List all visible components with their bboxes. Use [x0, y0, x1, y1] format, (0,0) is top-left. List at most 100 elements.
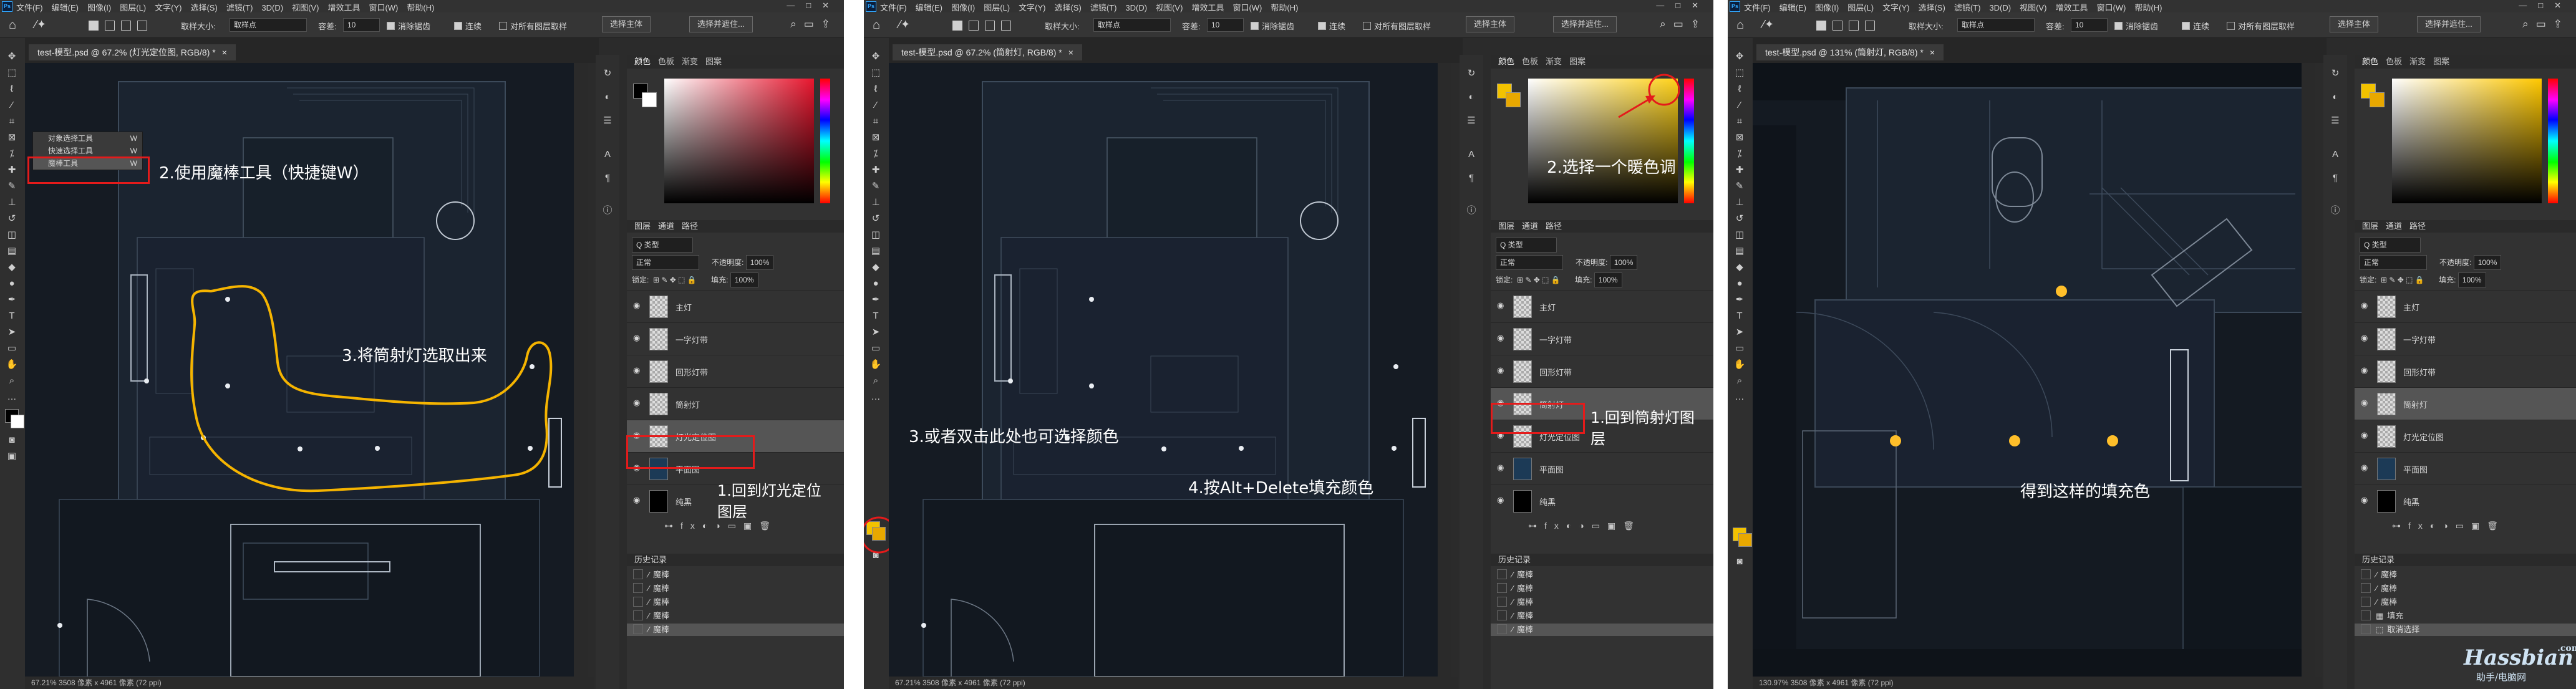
close-window-button[interactable]: ✕ [2554, 1, 2572, 10]
close-window-button[interactable]: ✕ [822, 1, 840, 10]
layer-row[interactable]: ◉ 纯黑 [1491, 484, 1713, 518]
eye-icon[interactable]: ◉ [1497, 495, 1504, 505]
maximize-button[interactable]: □ [806, 1, 822, 10]
magic-wand-icon[interactable]: ⁄✦ [1763, 18, 1774, 31]
pen-tool-icon[interactable]: ✒ [1733, 294, 1746, 306]
marquee-tool-icon[interactable]: ⬚ [5, 67, 19, 79]
intersect-selection-icon[interactable] [1001, 21, 1011, 31]
eyedropper-tool-icon[interactable]: ⁒ [1733, 148, 1746, 160]
frame-tool-icon[interactable]: ⊠ [5, 132, 19, 144]
layer-row-selected[interactable]: ◉ 筒射灯 [2355, 387, 2576, 420]
select-subject-button[interactable]: 选择主体 [1466, 16, 1515, 32]
close-window-button[interactable]: ✕ [1692, 1, 1710, 10]
opacity-input[interactable]: 100% [1609, 255, 1638, 270]
tab-swatches[interactable]: 色板 [658, 57, 674, 66]
tolerance-input[interactable]: 10 [2071, 18, 2108, 32]
history-item[interactable]: ⁄ 魔棒 [1491, 596, 1713, 609]
minimize-button[interactable]: — [1656, 1, 1675, 10]
lasso-tool-icon[interactable]: ℓ [1733, 83, 1746, 95]
menu-image[interactable]: 图像(I) [87, 3, 111, 12]
blur-tool-icon[interactable]: ◆ [5, 261, 19, 274]
eye-icon[interactable]: ◉ [2361, 398, 2368, 408]
menu-filter[interactable]: 滤镜(T) [1090, 3, 1117, 12]
history-item[interactable]: ⁄ 魔棒 [2355, 582, 2576, 595]
properties-icon[interactable]: ☰ [1465, 115, 1478, 127]
history-item[interactable]: ⁄ 魔棒 [1491, 582, 1713, 595]
zoom-tool-icon[interactable]: ⌕ [5, 375, 19, 387]
document-tab[interactable]: test-模型.psd @ 67.2% (筒射灯, RGB/8) * × [893, 44, 1082, 60]
close-tab-icon[interactable]: × [1930, 47, 1935, 57]
layer-row[interactable]: ◉ 回形灯带 [627, 355, 844, 388]
antialias-checkbox[interactable]: 消除锯齿 [2114, 20, 2158, 32]
menu-window[interactable]: 窗口(W) [1232, 3, 1262, 12]
home-icon[interactable]: ⌂ [9, 18, 16, 32]
layer-row[interactable]: ◉ 平面图 [2355, 452, 2576, 485]
menu-3d[interactable]: 3D(D) [261, 3, 283, 12]
history-item[interactable]: ▦ 填充 [2355, 610, 2576, 622]
type-tool-icon[interactable]: T [1733, 310, 1746, 322]
magic-wand-tool-icon[interactable]: ⁄ [1733, 99, 1746, 112]
object-selection-tool-item[interactable]: 对象选择工具 W [33, 132, 142, 145]
layer-row[interactable]: ◉ 纯黑 [2355, 484, 2576, 518]
sample-all-layers-checkbox[interactable]: 对所有图层取样 [1363, 20, 1431, 32]
quick-mask-icon[interactable]: ◙ [5, 434, 19, 446]
eye-icon[interactable]: ◉ [2361, 430, 2368, 440]
select-subject-button[interactable]: 选择主体 [2330, 16, 2379, 32]
eye-icon[interactable]: ◉ [1497, 365, 1504, 375]
layer-row[interactable]: ◉ 灯光定位图 [2355, 420, 2576, 453]
character-icon[interactable]: A [2329, 148, 2341, 161]
path-select-icon[interactable]: ➤ [5, 326, 19, 339]
layer-row[interactable]: ◉ 平面图 [1491, 452, 1713, 485]
history-item[interactable]: ⁄ 魔棒 [627, 582, 844, 595]
tab-layers[interactable]: 图层 [634, 221, 651, 231]
eye-icon[interactable]: ◉ [1497, 463, 1504, 473]
blend-mode-select[interactable]: 正常 [1496, 255, 1563, 270]
eye-icon[interactable]: ◉ [2361, 333, 2368, 343]
add-selection-icon[interactable] [1833, 21, 1842, 31]
menu-edit[interactable]: 编辑(E) [1779, 3, 1806, 12]
menu-file[interactable]: 文件(F) [16, 3, 43, 12]
eye-icon[interactable]: ◉ [633, 333, 640, 343]
layers-footer-icons[interactable]: ⊶fx◐◑▭▣🗑 [1491, 518, 1713, 533]
sample-all-layers-checkbox[interactable]: 对所有图层取样 [2227, 20, 2295, 32]
sample-size-select[interactable]: 取样点 [1957, 18, 2035, 32]
menu-3d[interactable]: 3D(D) [1989, 3, 2011, 12]
layer-kind-filter[interactable]: Q 类型 [1496, 238, 1557, 253]
tab-gradients[interactable]: 渐变 [682, 57, 698, 66]
select-and-mask-button[interactable]: 选择并遮住... [689, 16, 753, 32]
document-tab[interactable]: test-模型.psd @ 67.2% (灯光定位图, RGB/8) * × [29, 44, 236, 60]
paragraph-icon[interactable]: ¶ [2329, 172, 2341, 185]
tab-color[interactable]: 颜色 [2362, 57, 2378, 66]
layer-kind-filter[interactable]: Q 类型 [2360, 238, 2421, 253]
shape-tool-icon[interactable]: ▭ [5, 342, 19, 355]
tolerance-input[interactable]: 10 [1207, 18, 1244, 32]
sample-size-select[interactable]: 取样点 [230, 18, 307, 32]
document-canvas[interactable] [1753, 63, 2315, 677]
color-picker-field[interactable] [2392, 79, 2542, 203]
move-tool-icon[interactable]: ✥ [1733, 51, 1746, 63]
minimize-button[interactable]: — [2519, 1, 2538, 10]
lasso-tool-icon[interactable]: ℓ [5, 83, 19, 95]
eye-icon[interactable]: ◉ [2361, 463, 2368, 473]
menu-plugins[interactable]: 增效工具 [1191, 3, 1224, 12]
eye-icon[interactable]: ◉ [633, 398, 640, 408]
crop-tool-icon[interactable]: ⌗ [1733, 115, 1746, 128]
brush-tool-icon[interactable]: ✎ [1733, 180, 1746, 193]
history-brush-icon[interactable]: ↺ [5, 213, 19, 225]
tab-gradients[interactable]: 渐变 [2409, 57, 2426, 66]
document-canvas[interactable] [889, 63, 1451, 677]
select-and-mask-button[interactable]: 选择并遮住... [1553, 16, 1617, 32]
adjust-icon[interactable]: ◐ [601, 91, 614, 104]
marquee-tool-icon[interactable]: ⬚ [1733, 67, 1746, 79]
menu-help[interactable]: 帮助(H) [1271, 3, 1298, 12]
history-item-selected[interactable]: ⁄ 魔棒 [1491, 624, 1713, 636]
type-tool-icon[interactable]: T [5, 310, 19, 322]
properties-icon[interactable]: ☰ [2329, 115, 2341, 127]
menu-layer[interactable]: 图层(L) [984, 3, 1010, 12]
hand-tool-icon[interactable]: ✋ [1733, 359, 1746, 371]
paragraph-icon[interactable]: ¶ [601, 172, 614, 185]
add-selection-icon[interactable] [105, 21, 115, 31]
tab-channels[interactable]: 通道 [2386, 221, 2402, 231]
tab-channels[interactable]: 通道 [1522, 221, 1538, 231]
tab-channels[interactable]: 通道 [658, 221, 674, 231]
